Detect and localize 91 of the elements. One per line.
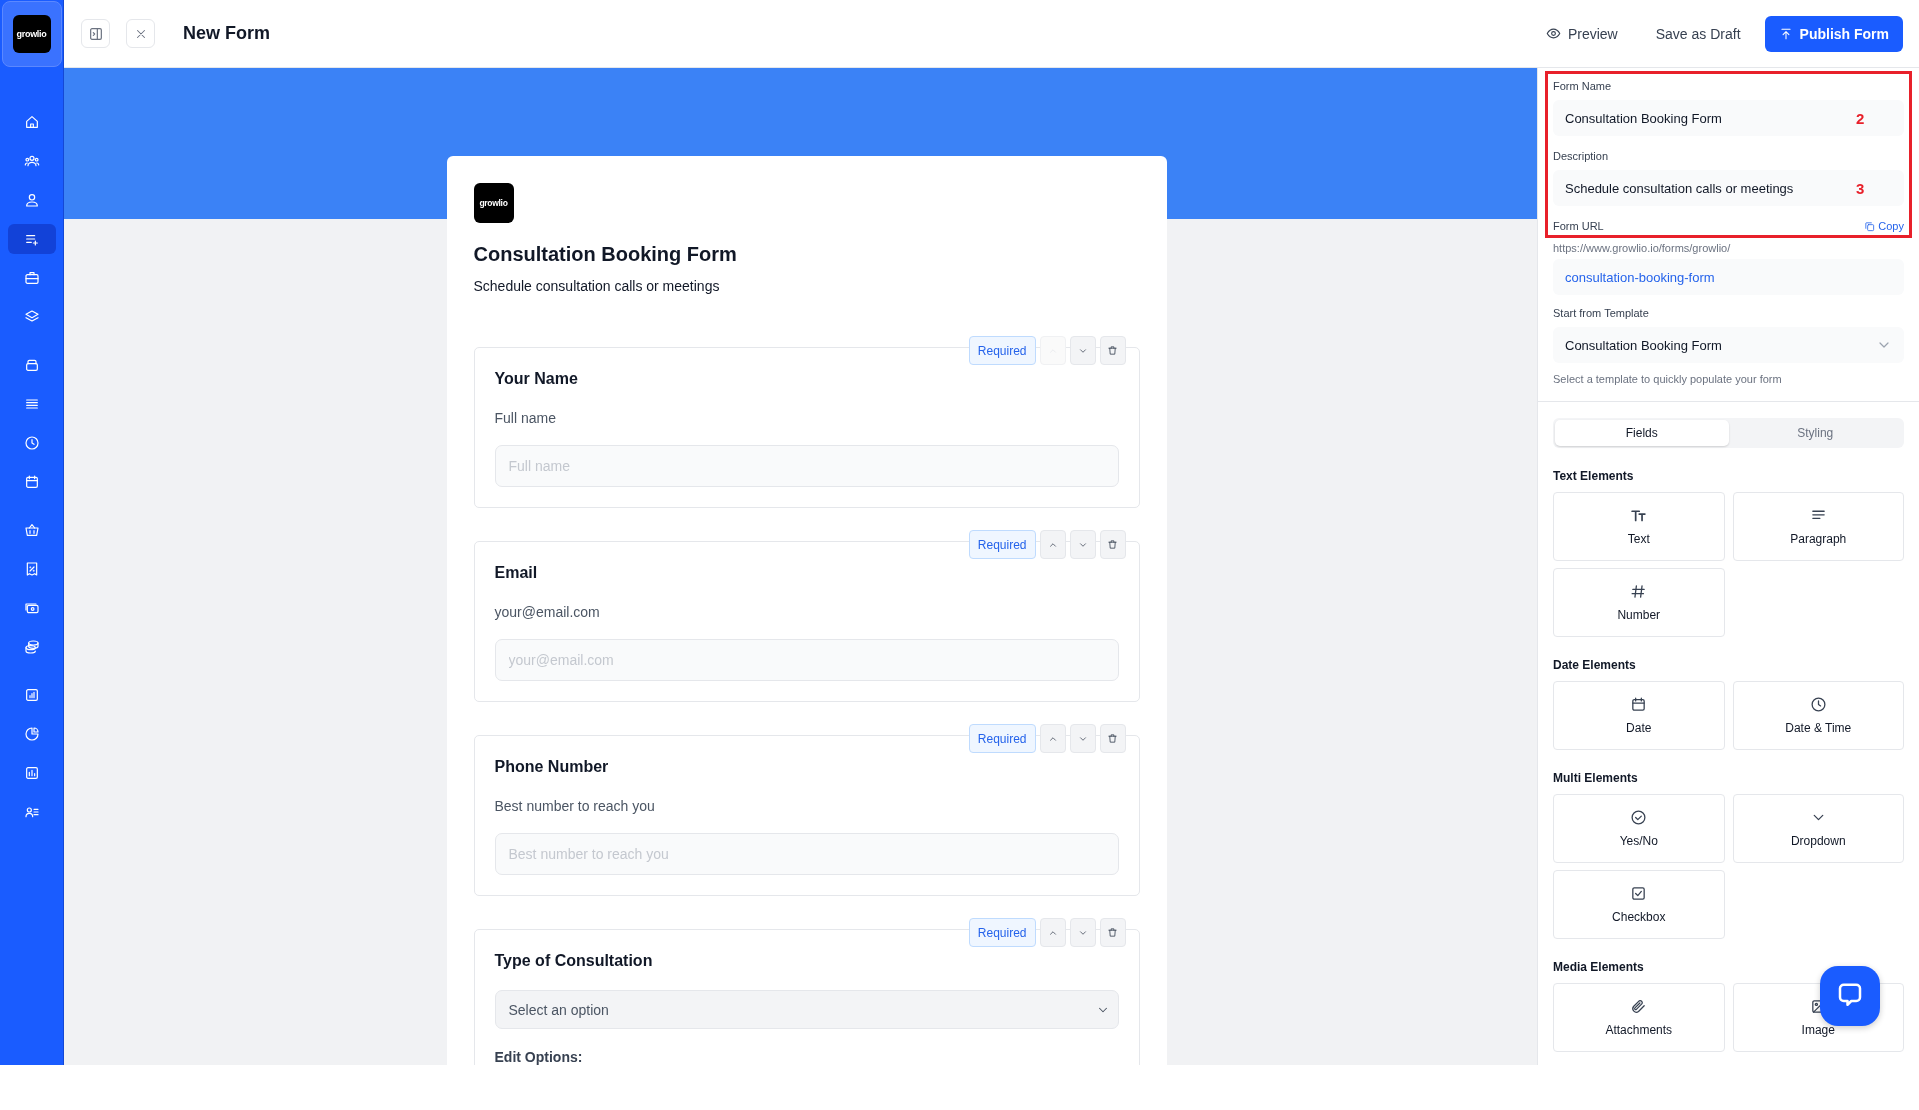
text-size-icon (1630, 507, 1648, 524)
panel-toggle-button[interactable] (81, 19, 110, 48)
basket-icon (23, 522, 40, 538)
preview-button[interactable]: Preview (1531, 16, 1632, 51)
calendar-icon (1630, 696, 1648, 713)
section-title: Media Elements (1553, 960, 1645, 974)
publish-button[interactable]: Publish Form (1764, 15, 1903, 52)
bar-chart-icon (23, 765, 40, 781)
required-toggle[interactable]: Required (968, 530, 1036, 559)
required-toggle[interactable]: Required (968, 918, 1036, 947)
clock-icon (23, 435, 40, 451)
sidebar-panel-icon (87, 25, 104, 42)
required-toggle[interactable]: Required (968, 336, 1036, 365)
chat-button[interactable] (1820, 966, 1880, 1026)
upload-icon (1778, 26, 1793, 41)
box-icon (23, 357, 40, 373)
trash-icon (1107, 927, 1118, 938)
template-select[interactable]: Consultation Booking Form (1553, 327, 1904, 363)
cash-icon (23, 600, 40, 616)
user-list-icon (23, 804, 40, 820)
element-tile[interactable]: Checkbox (1553, 870, 1725, 939)
paperclip-icon (1630, 998, 1648, 1015)
field-label: Your Name (494, 370, 579, 388)
section-title: Text Elements (1553, 469, 1635, 483)
trash-icon (1107, 539, 1118, 550)
field-value: Consultation Booking Form (1565, 337, 1722, 353)
lines-icon (23, 396, 40, 412)
copy-button[interactable]: Copy (1864, 220, 1904, 232)
trash-icon (1107, 345, 1118, 356)
form-logo: growlio (473, 183, 514, 223)
description-field[interactable]: Schedule consultation calls or meetings 3 (1553, 170, 1904, 206)
form-description: Schedule consultation calls or meetings (473, 278, 721, 294)
element-tile[interactable]: Dropdown (1732, 794, 1904, 863)
form-title: Consultation Booking Form (473, 243, 738, 266)
edit-options-label: Edit Options: (494, 1049, 584, 1065)
field-label: Email (494, 564, 539, 582)
clock-icon (1809, 696, 1827, 713)
chart-icon (23, 687, 40, 703)
element-tile[interactable]: Date & Time (1732, 681, 1904, 750)
field-label: Type of Consultation (494, 952, 654, 970)
checkbox-icon (1630, 885, 1648, 902)
annotation-number: 3 (1856, 179, 1865, 197)
field-label: Start from Template (1553, 307, 1650, 319)
briefcase-icon (23, 270, 40, 286)
element-tile[interactable]: Date (1553, 681, 1725, 750)
field-value: consultation-booking-form (1565, 269, 1715, 285)
field-label: Description (1553, 150, 1610, 162)
field-help-text: Best number to reach you (494, 798, 656, 814)
delete-button[interactable] (1099, 724, 1126, 753)
calendar-icon (23, 474, 40, 490)
people-icon (23, 153, 40, 169)
user-icon (23, 192, 40, 208)
url-prefix: https://www.growlio.io/forms/growlio/ (1553, 242, 1732, 254)
hint-text: Select a template to quickly populate your form (1553, 373, 1783, 385)
page-title: New Form (183, 23, 270, 44)
field-label: Form Name (1553, 80, 1613, 92)
tab[interactable]: Styling (1728, 420, 1902, 446)
select-value: Select an option (508, 1001, 609, 1018)
annotation-number: 2 (1856, 109, 1865, 127)
element-tile[interactable]: Text (1553, 492, 1725, 561)
pie-chart-icon (23, 726, 40, 742)
field-help-text: your@email.com (494, 604, 601, 620)
form-name-field[interactable]: Consultation Booking Form 2 (1553, 100, 1904, 136)
delete-button[interactable] (1099, 530, 1126, 559)
home-icon (23, 114, 40, 130)
copy-icon (1864, 220, 1876, 232)
url-slug-field[interactable]: consultation-booking-form (1553, 259, 1904, 295)
check-circle-icon (1630, 809, 1648, 826)
delete-button[interactable] (1099, 336, 1126, 365)
trash-icon (1107, 733, 1118, 744)
coins-icon (23, 639, 40, 655)
list-add-nav-item[interactable] (7, 224, 56, 254)
section-title: Multi Elements (1553, 771, 1639, 785)
save-draft-button[interactable]: Save as Draft (1641, 16, 1755, 51)
logo: growlio (12, 15, 51, 53)
field-value: Consultation Booking Form (1565, 110, 1722, 126)
element-tile[interactable]: Paragraph (1732, 492, 1904, 561)
hash-icon (1630, 583, 1648, 600)
option-select[interactable]: Select an option (494, 990, 1119, 1029)
tab[interactable]: Fields (1555, 420, 1729, 446)
field-help-text: Full name (494, 410, 557, 426)
element-tile[interactable]: Attachments (1553, 983, 1725, 1052)
element-tile[interactable]: Yes/No (1553, 794, 1725, 863)
field-label: Form URL (1553, 220, 1604, 232)
required-toggle[interactable]: Required (968, 724, 1036, 753)
eye-icon (1545, 26, 1561, 41)
delete-button[interactable] (1099, 918, 1126, 947)
element-tile[interactable]: Number (1553, 568, 1725, 637)
section-title: Date Elements (1553, 658, 1637, 672)
field-value: Schedule consultation calls or meetings (1565, 180, 1794, 196)
field-label: Phone Number (494, 758, 610, 776)
